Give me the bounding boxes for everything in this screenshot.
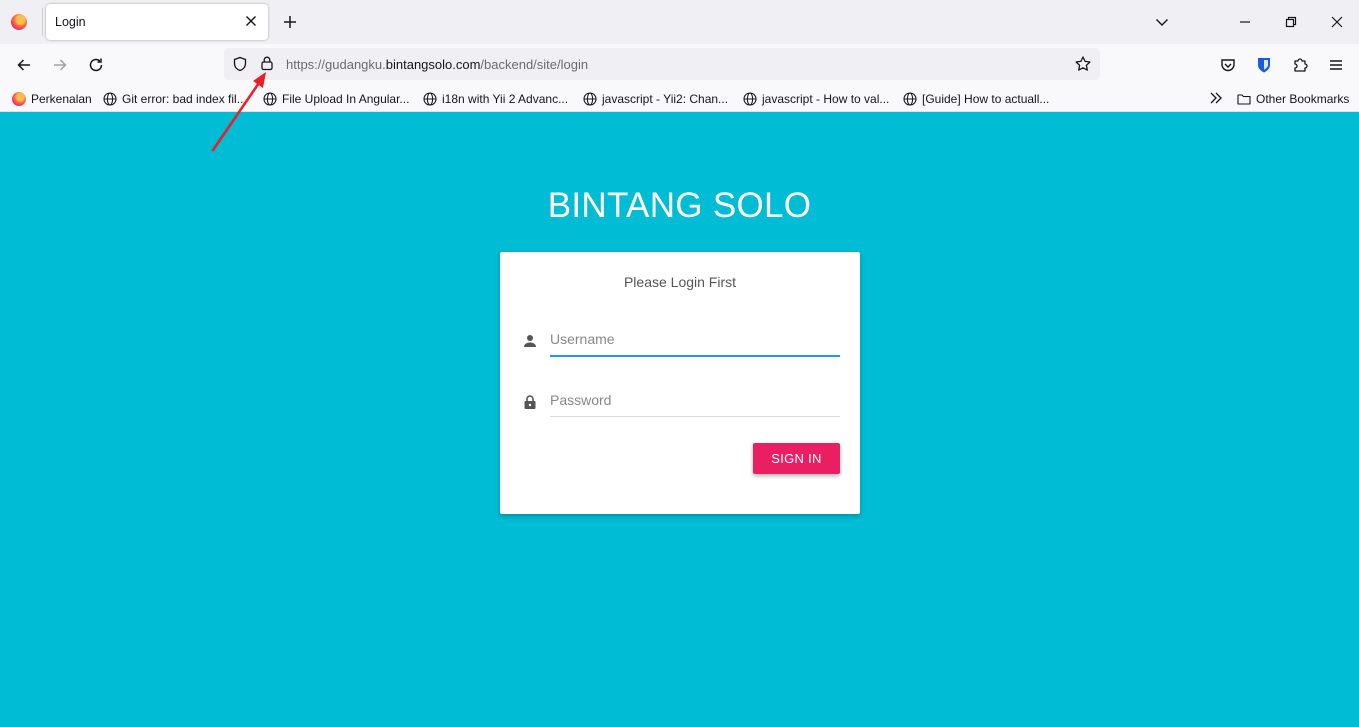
lock-icon: [524, 395, 536, 409]
chevron-down-icon[interactable]: [1154, 14, 1170, 30]
bookmark-label: [Guide] How to actuall...: [922, 92, 1050, 106]
bookmark-label: File Upload In Angular...: [282, 92, 410, 106]
password-input[interactable]: [550, 383, 840, 417]
double-chevron-right-icon[interactable]: [1208, 90, 1224, 106]
brand-title: BINTANG SOLO: [547, 186, 812, 225]
person-icon: [524, 335, 536, 347]
bookmark-item[interactable]: javascript - Yii2: Chan...: [583, 91, 728, 107]
bookmark-label: javascript - How to val...: [762, 92, 890, 106]
tab-separator: [42, 8, 43, 36]
tab-title: Login: [55, 15, 86, 29]
globe-icon: [903, 92, 917, 106]
close-icon[interactable]: [243, 13, 259, 29]
back-icon[interactable]: [15, 56, 33, 74]
new-tab-icon[interactable]: [281, 13, 299, 31]
star-icon[interactable]: [1074, 55, 1092, 73]
folder-icon: [1237, 94, 1251, 105]
bookmarks-toolbar: Perkenalan Git error: bad index fil... F…: [0, 86, 1359, 112]
bookmark-label: javascript - Yii2: Chan...: [602, 92, 729, 106]
bookmark-item[interactable]: javascript - How to val...: [743, 91, 889, 107]
login-message: Please Login First: [623, 274, 737, 290]
sign-in-button[interactable]: SIGN IN: [753, 443, 840, 474]
annotation-arrow: [211, 72, 266, 152]
url-path: /backend/site/login: [480, 57, 589, 72]
firefox-icon[interactable]: [11, 14, 27, 30]
pocket-icon[interactable]: [1219, 56, 1237, 74]
menu-icon[interactable]: [1327, 56, 1345, 74]
bitwarden-icon[interactable]: [1255, 56, 1273, 74]
navigation-bar: https://gudangku.bintangsolo.com/backend…: [0, 44, 1359, 86]
globe-icon: [743, 92, 757, 106]
other-bookmarks[interactable]: Other Bookmarks: [1237, 91, 1349, 107]
globe-icon: [583, 92, 597, 106]
bookmark-label: Perkenalan: [31, 92, 92, 106]
login-card: Please Login First SIGN IN: [500, 252, 860, 514]
restore-icon[interactable]: [1283, 14, 1299, 30]
window-close-icon[interactable]: [1329, 14, 1345, 30]
firefox-icon: [12, 92, 26, 106]
globe-icon: [103, 92, 117, 106]
tab-strip: Login: [0, 0, 1359, 44]
globe-icon: [423, 92, 437, 106]
forward-icon[interactable]: [51, 56, 69, 74]
username-input[interactable]: [550, 323, 840, 357]
url-prefix: https://gudangku.: [286, 57, 386, 72]
other-bookmarks-label: Other Bookmarks: [1256, 92, 1350, 106]
url-host: bintangsolo.com: [385, 57, 481, 72]
bookmark-item[interactable]: i18n with Yii 2 Advanc...: [423, 91, 568, 107]
bookmark-item[interactable]: Perkenalan: [12, 91, 92, 107]
bookmark-label: i18n with Yii 2 Advanc...: [442, 92, 569, 106]
url-bar[interactable]: https://gudangku.bintangsolo.com/backend…: [224, 48, 1100, 80]
tab-login[interactable]: Login: [46, 4, 268, 40]
url-text[interactable]: https://gudangku.bintangsolo.com/backend…: [286, 57, 588, 72]
extensions-icon[interactable]: [1291, 56, 1309, 74]
bookmark-item[interactable]: [Guide] How to actuall...: [903, 91, 1049, 107]
minimize-icon[interactable]: [1237, 14, 1253, 30]
reload-icon[interactable]: [87, 56, 105, 74]
